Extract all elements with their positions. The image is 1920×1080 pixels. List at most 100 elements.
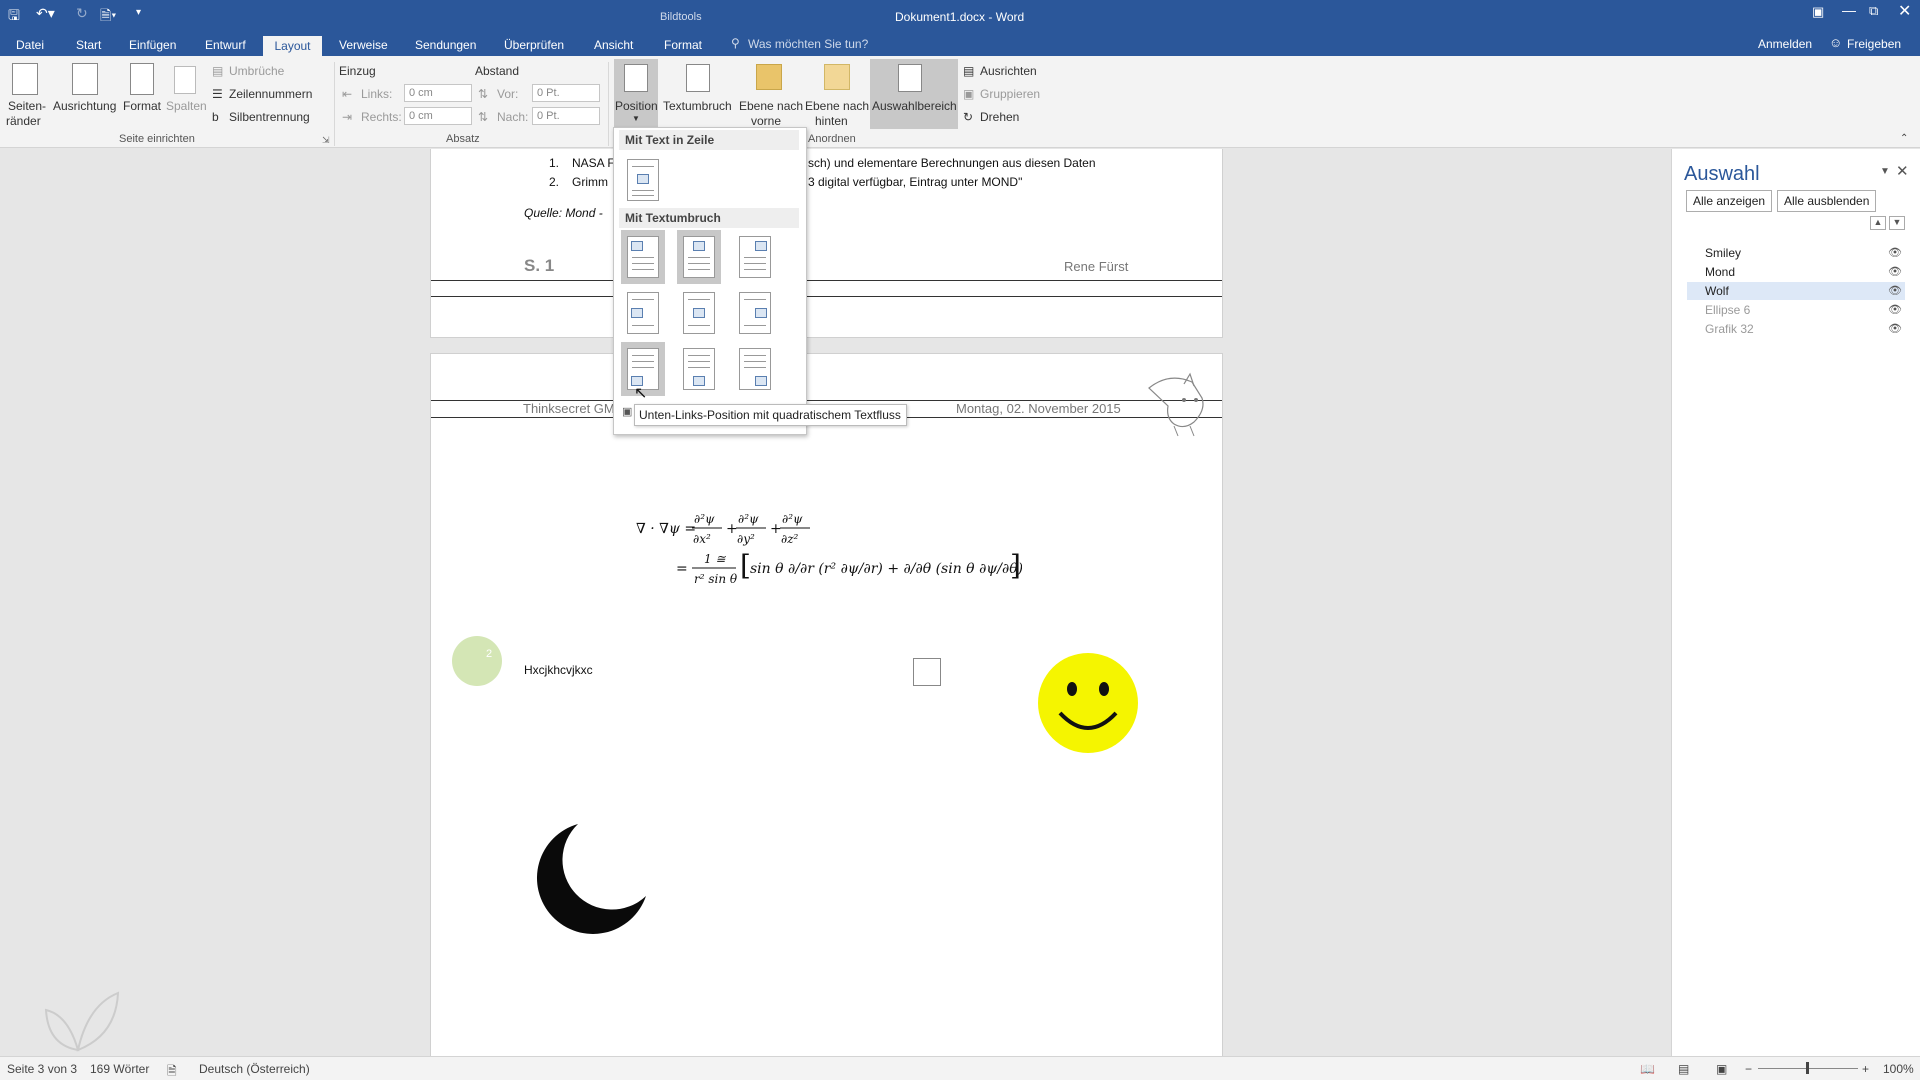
selection-item-ellipse-6[interactable]: Ellipse 6	[1687, 301, 1905, 319]
rotate-button[interactable]: Drehen	[980, 110, 1019, 124]
zoom-out-icon[interactable]: −	[1745, 1062, 1752, 1076]
selection-item-grafik-32[interactable]: Grafik 32	[1687, 320, 1905, 338]
bring-forward-label-2[interactable]: vorne	[751, 114, 781, 128]
margins-label-1[interactable]: Seiten-	[8, 99, 46, 113]
orientation-icon[interactable]	[72, 63, 98, 95]
smiley-image[interactable]	[1036, 651, 1140, 755]
top-center-position-option[interactable]	[677, 230, 721, 284]
pane-close-icon[interactable]: ✕	[1896, 162, 1909, 180]
svg-text:r² sin θ: r² sin θ	[694, 572, 738, 586]
anchor-layout-icon[interactable]	[913, 658, 941, 686]
tab-ansicht[interactable]: Ansicht	[594, 37, 633, 57]
undo-icon[interactable]: ↶▾	[36, 5, 55, 22]
read-mode-icon[interactable]: 📖	[1640, 1062, 1655, 1076]
wrap-text-icon[interactable]	[686, 64, 710, 92]
bring-forward-label-1[interactable]: Ebene nach	[739, 99, 803, 113]
format-button[interactable]: Format	[123, 99, 161, 113]
tab-verweise[interactable]: Verweise	[339, 37, 388, 57]
language-indicator[interactable]: Deutsch (Österreich)	[199, 1062, 310, 1076]
tab-layout[interactable]: Layout	[263, 36, 322, 56]
equation-image[interactable]: ∇ · ∇ψ = ∂²ψ ∂x² + ∂²ψ ∂y² + ∂²ψ ∂z² = 1 ≅ r…	[632, 505, 1022, 600]
customize-qat-icon[interactable]: ▾	[136, 7, 141, 18]
zoom-slider-thumb[interactable]	[1806, 1062, 1809, 1074]
eye-icon[interactable]: 👁	[1888, 322, 1902, 335]
margins-icon[interactable]	[12, 63, 38, 95]
tab-datei[interactable]: Datei	[16, 37, 44, 57]
zoom-in-icon[interactable]: +	[1862, 1062, 1869, 1076]
columns-button[interactable]: Spalten	[166, 99, 207, 113]
position-button[interactable]: Position	[615, 99, 658, 113]
save-icon[interactable]: 🖫	[8, 5, 20, 29]
line-numbers-button[interactable]: Zeilennummern	[229, 87, 312, 101]
columns-icon[interactable]	[174, 66, 196, 94]
selection-item-smiley[interactable]: Smiley	[1687, 244, 1905, 262]
eye-icon[interactable]: 👁	[1888, 303, 1902, 316]
position-icon[interactable]	[624, 64, 648, 92]
margins-label-2[interactable]: ränder	[6, 114, 41, 128]
eye-icon[interactable]: 👁	[1888, 284, 1902, 297]
bottom-right-position-option[interactable]	[739, 348, 771, 390]
ribbon-display-icon[interactable]: ▣	[1812, 4, 1824, 20]
ellipse-shape[interactable]	[452, 636, 502, 686]
page-count[interactable]: Seite 3 von 3	[7, 1062, 77, 1076]
send-backward-label-2[interactable]: hinten	[815, 114, 848, 128]
align-button[interactable]: Ausrichten	[980, 64, 1037, 78]
inline-position-option[interactable]	[627, 159, 659, 201]
indent-right-input[interactable]: 0 cm	[404, 107, 472, 125]
proofing-icon[interactable]: 🗎	[167, 1062, 177, 1080]
redo-icon[interactable]: ↻	[76, 5, 88, 22]
dialog-launcher-icon[interactable]: ⇲	[322, 135, 330, 146]
group-button[interactable]: Gruppieren	[980, 87, 1040, 101]
top-left-position-option[interactable]	[621, 230, 665, 284]
selection-item-wolf[interactable]: Wolf	[1687, 282, 1905, 300]
size-icon[interactable]	[130, 63, 154, 95]
selection-item-mond[interactable]: Mond	[1687, 263, 1905, 281]
send-backward-icon[interactable]	[824, 64, 850, 90]
close-icon[interactable]: ✕	[1898, 1, 1911, 21]
moon-image[interactable]	[530, 820, 650, 940]
tab-sendungen[interactable]: Sendungen	[415, 37, 476, 57]
collapse-ribbon-icon[interactable]: ⌃	[1900, 133, 1908, 144]
bottom-center-position-option[interactable]	[683, 348, 715, 390]
eye-icon[interactable]: 👁	[1888, 265, 1902, 278]
hide-all-button[interactable]: Alle ausblenden	[1777, 190, 1877, 212]
send-backward-arrow-icon[interactable]: ▼	[1889, 216, 1905, 230]
breaks-button[interactable]: Umbrüche	[229, 64, 284, 78]
print-layout-icon[interactable]: ▤	[1678, 1062, 1689, 1076]
word-count[interactable]: 169 Wörter	[90, 1062, 149, 1076]
tab-entwurf[interactable]: Entwurf	[205, 37, 246, 57]
signin-link[interactable]: Anmelden	[1758, 37, 1812, 51]
bring-forward-icon[interactable]	[756, 64, 782, 90]
middle-right-position-option[interactable]	[739, 292, 771, 334]
zoom-level[interactable]: 100%	[1883, 1062, 1914, 1076]
indent-left-input[interactable]: 0 cm	[404, 84, 472, 102]
new-doc-icon[interactable]: 🗎▾	[100, 5, 116, 29]
hyphenation-button[interactable]: Silbentrennung	[229, 110, 310, 124]
tab-ueberpruefen[interactable]: Überprüfen	[504, 37, 564, 57]
spacing-before-input[interactable]: 0 Pt.	[532, 84, 600, 102]
group-label-anordnen: Anordnen	[808, 133, 856, 145]
tab-start[interactable]: Start	[76, 37, 101, 57]
restore-icon[interactable]: ⧉	[1869, 3, 1878, 19]
bring-forward-arrow-icon[interactable]: ▲	[1870, 216, 1886, 230]
selection-pane-button[interactable]: Auswahlbereich	[872, 99, 957, 113]
minimize-icon[interactable]: —	[1842, 2, 1856, 18]
orientation-button[interactable]: Ausrichtung	[53, 99, 116, 113]
eye-icon[interactable]: 👁	[1888, 246, 1902, 259]
chevron-down-icon[interactable]: ▼	[632, 114, 640, 123]
tell-me-input[interactable]: Was möchten Sie tun?	[748, 37, 868, 51]
pane-options-icon[interactable]: ▼	[1880, 166, 1890, 177]
tab-format[interactable]: Format	[664, 37, 702, 57]
share-button[interactable]: Freigeben	[1847, 37, 1901, 51]
wolf-image[interactable]	[1144, 370, 1214, 440]
top-right-position-option[interactable]	[739, 236, 771, 278]
selection-pane-icon[interactable]	[898, 64, 922, 92]
middle-center-position-option[interactable]	[683, 292, 715, 334]
tab-einfuegen[interactable]: Einfügen	[129, 37, 176, 57]
show-all-button[interactable]: Alle anzeigen	[1686, 190, 1773, 212]
web-layout-icon[interactable]: ▣	[1716, 1062, 1727, 1076]
spacing-after-input[interactable]: 0 Pt.	[532, 107, 600, 125]
middle-left-position-option[interactable]	[627, 292, 659, 334]
wrap-text-button[interactable]: Textumbruch	[663, 99, 732, 113]
send-backward-label-1[interactable]: Ebene nach	[805, 99, 869, 113]
